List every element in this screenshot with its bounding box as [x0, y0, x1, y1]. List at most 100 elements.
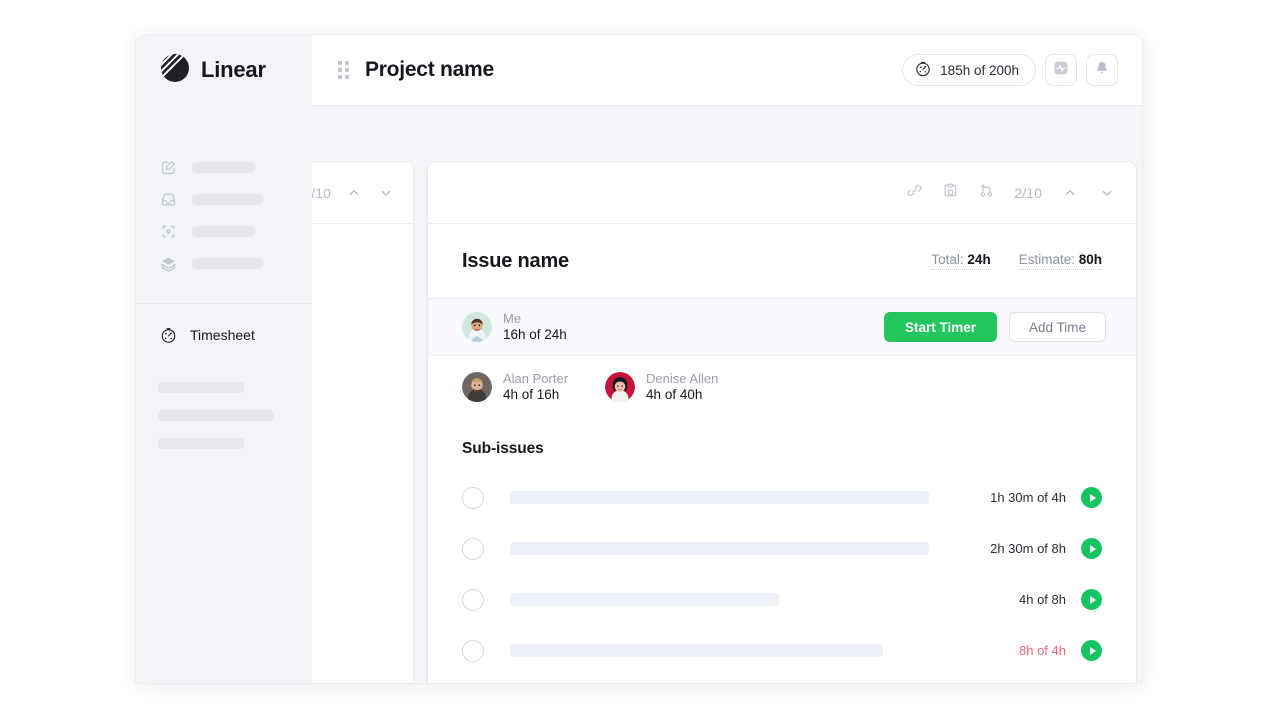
person-me: Me 16h of 24h — [462, 311, 567, 344]
brand[interactable]: Linear — [160, 53, 266, 88]
person-me-text: Me 16h of 24h — [503, 311, 567, 344]
current-user-row: Me 16h of 24h Start Timer Add Time — [428, 299, 1136, 356]
person-time: 4h of 16h — [503, 386, 568, 404]
stopwatch-icon — [160, 327, 177, 344]
placeholder-bar — [158, 410, 274, 421]
total-metric[interactable]: Total: 24h — [931, 252, 990, 270]
chevron-down-icon[interactable] — [1098, 184, 1116, 202]
sub-issues-list: 1h 30m of 4h 2h 30m of 8h 4h — [462, 472, 1102, 676]
sidebar-item-label-placeholder — [192, 194, 263, 205]
sidebar-item-focus[interactable] — [136, 215, 312, 247]
sidebar-nav — [136, 106, 312, 279]
sidebar-item-label-placeholder — [192, 258, 263, 269]
sidebar-content-placeholders — [136, 352, 312, 449]
target-icon — [160, 223, 177, 240]
sub-issues-section: Sub-issues 1h 30m of 4h 2h 30m of 8h — [428, 418, 1136, 676]
person-name: Denise Allen — [646, 371, 718, 386]
top-bar-main: Project name — [312, 35, 1142, 106]
chevron-up-icon[interactable] — [1061, 184, 1079, 202]
chevron-down-icon[interactable] — [377, 184, 395, 202]
placeholder-bar — [158, 382, 244, 393]
person-alan-text: Alan Porter 4h of 16h — [503, 371, 568, 404]
issue-metrics: Total: 24h Estimate: 80h — [931, 252, 1102, 270]
person-time: 4h of 40h — [646, 386, 718, 404]
edit-square-icon — [160, 159, 177, 176]
play-icon[interactable] — [1081, 640, 1102, 661]
sub-issue-title-placeholder — [510, 491, 929, 504]
table-row[interactable]: 8h of 4h — [462, 625, 1102, 676]
sidebar-item-timesheet[interactable]: Timesheet — [136, 318, 312, 352]
stopwatch-icon — [915, 61, 931, 80]
person-name: Alan Porter — [503, 371, 568, 386]
sidebar-item-compose[interactable] — [136, 151, 312, 183]
linear-logo-icon — [160, 53, 190, 88]
person-denise-allen[interactable]: Denise Allen 4h of 40h — [605, 371, 718, 404]
avatar-me — [462, 312, 492, 342]
play-icon[interactable] — [1081, 538, 1102, 559]
link-icon[interactable] — [906, 182, 923, 204]
git-branch-icon[interactable] — [978, 182, 995, 204]
sub-issue-title-placeholder — [510, 644, 883, 657]
add-time-button[interactable]: Add Time — [1009, 312, 1106, 342]
chevron-up-icon[interactable] — [345, 184, 363, 202]
total-label: Total: — [931, 252, 963, 267]
sub-issues-title: Sub-issues — [462, 440, 1102, 458]
app-window: Linear Project name — [136, 35, 1142, 683]
total-value: 24h — [967, 252, 990, 267]
sidebar-item-layers[interactable] — [136, 247, 312, 279]
estimate-label: Estimate: — [1019, 252, 1075, 267]
checkbox-circle-icon[interactable] — [462, 640, 484, 662]
screenshot-stage: Linear Project name — [0, 0, 1280, 720]
drag-handle-icon[interactable] — [338, 61, 349, 79]
play-icon[interactable] — [1081, 589, 1102, 610]
sidebar-item-label: Timesheet — [190, 327, 255, 343]
checkbox-circle-icon[interactable] — [462, 589, 484, 611]
sidebar: Timesheet — [136, 106, 312, 683]
avatar-denise-allen — [605, 372, 635, 402]
checkbox-circle-icon[interactable] — [462, 538, 484, 560]
team-members-row: Alan Porter 4h of 16h — [428, 356, 1136, 418]
brand-area: Linear — [136, 35, 312, 106]
placeholder-bar — [158, 438, 244, 449]
page-title: Project name — [365, 58, 494, 82]
brand-name: Linear — [201, 57, 266, 83]
sub-issue-title-placeholder — [510, 593, 779, 606]
checkbox-circle-icon[interactable] — [462, 487, 484, 509]
sidebar-item-label-placeholder — [192, 162, 255, 173]
timer-actions: Start Timer Add Time — [884, 312, 1106, 342]
issue-detail-toolbar: 2/10 — [428, 162, 1136, 224]
issue-detail-count: 2/10 — [1014, 185, 1042, 201]
hours-budget-label: 185h of 200h — [940, 63, 1019, 78]
sub-issue-time: 8h of 4h — [1019, 643, 1066, 658]
issue-title: Issue name — [462, 250, 569, 273]
person-time: 16h of 24h — [503, 326, 567, 344]
sidebar-divider — [136, 303, 312, 304]
layers-icon — [160, 255, 177, 272]
top-bar: Linear Project name — [136, 35, 1142, 106]
table-row[interactable]: 2h 30m of 8h — [462, 523, 1102, 574]
sub-issue-time: 1h 30m of 4h — [990, 490, 1066, 505]
start-timer-button[interactable]: Start Timer — [884, 312, 997, 342]
sidebar-item-label-placeholder — [192, 226, 255, 237]
sub-issue-time: 2h 30m of 8h — [990, 541, 1066, 556]
activity-button[interactable] — [1045, 54, 1077, 86]
estimate-metric[interactable]: Estimate: 80h — [1019, 252, 1102, 270]
avatar-alan-porter — [462, 372, 492, 402]
activity-pulse-icon — [1053, 60, 1069, 81]
notifications-button[interactable] — [1086, 54, 1118, 86]
table-row[interactable]: 1h 30m of 4h — [462, 472, 1102, 523]
person-denise-text: Denise Allen 4h of 40h — [646, 371, 718, 404]
clipboard-icon[interactable] — [942, 182, 959, 204]
sub-issue-time: 4h of 8h — [1019, 592, 1066, 607]
top-bar-actions: 185h of 200h — [902, 54, 1118, 86]
play-icon[interactable] — [1081, 487, 1102, 508]
sidebar-item-inbox[interactable] — [136, 183, 312, 215]
person-alan-porter[interactable]: Alan Porter 4h of 16h — [462, 371, 568, 404]
person-name: Me — [503, 311, 567, 326]
sub-issue-title-placeholder — [510, 542, 929, 555]
estimate-value: 80h — [1079, 252, 1102, 267]
issue-detail-panel: 2/10 Issue name — [428, 162, 1136, 683]
hours-budget-pill[interactable]: 185h of 200h — [902, 54, 1036, 86]
table-row[interactable]: 4h of 8h — [462, 574, 1102, 625]
inbox-icon — [160, 191, 177, 208]
